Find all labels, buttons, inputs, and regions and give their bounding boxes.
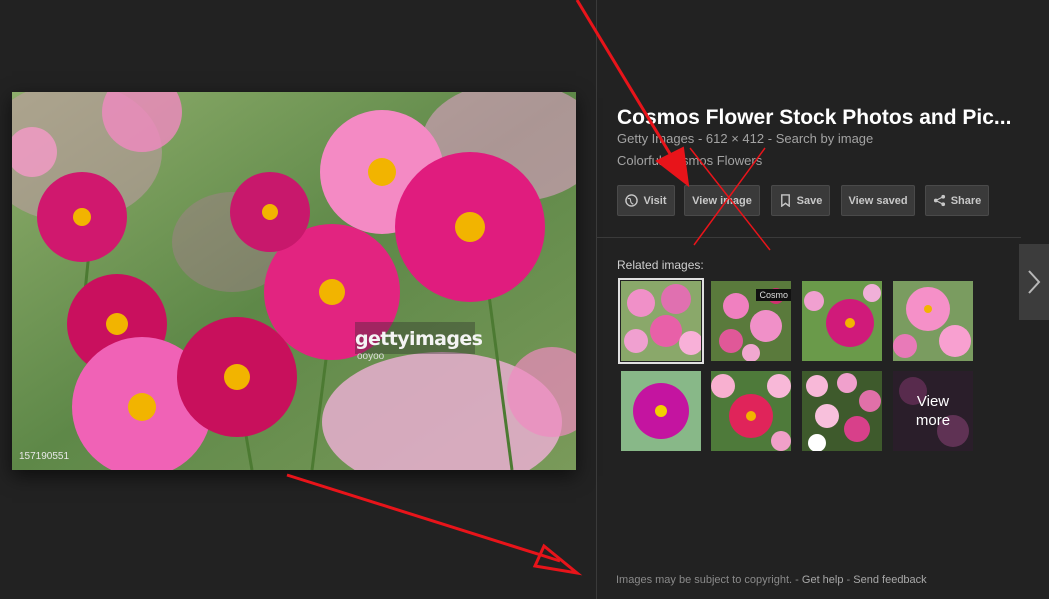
thumbnail-source-tag: Cosmo	[756, 289, 791, 301]
image-dimensions: 612 × 412	[705, 131, 765, 146]
thumbnail-image	[711, 371, 791, 451]
related-thumbnail[interactable]	[893, 281, 973, 361]
section-divider	[597, 237, 1021, 238]
footer-separator: -	[846, 574, 851, 586]
visit-button[interactable]: Visit	[617, 185, 675, 216]
arrow-to-footer	[286, 473, 583, 576]
related-thumbnail[interactable]	[802, 281, 882, 361]
globe-icon	[625, 194, 639, 207]
send-feedback-link[interactable]: Send feedback	[853, 574, 926, 586]
view-more-thumbnail[interactable]: View more	[893, 371, 973, 451]
view-saved-label: View saved	[848, 194, 908, 207]
share-label: Share	[950, 194, 982, 207]
related-thumbnail[interactable]: Cosmo	[711, 281, 791, 361]
copyright-notice: Images may be subject to copyright.	[616, 574, 793, 586]
main-image-preview[interactable]: gettyimages ooyoo 157190551	[12, 92, 576, 470]
view-more-label: View more	[893, 371, 973, 451]
watermark-brand: gettyimages	[355, 328, 483, 350]
related-thumbnail[interactable]	[621, 371, 701, 451]
panel-divider	[596, 0, 597, 599]
meta-separator: -	[767, 131, 773, 146]
save-label: Save	[796, 194, 823, 207]
visit-label: Visit	[643, 194, 667, 207]
next-result-button[interactable]	[1019, 244, 1049, 320]
search-by-image-link[interactable]: Search by image	[776, 131, 874, 146]
watermark-credit: ooyoo	[357, 351, 385, 362]
footer: Images may be subject to copyright. - Ge…	[616, 574, 927, 586]
related-thumbnail[interactable]	[802, 371, 882, 451]
related-images-label: Related images:	[617, 258, 704, 272]
get-help-link[interactable]: Get help	[802, 574, 844, 586]
thumbnail-image	[802, 371, 882, 451]
save-button[interactable]: Save	[771, 185, 830, 216]
view-image-button[interactable]: View image	[684, 185, 760, 216]
share-icon	[933, 194, 945, 207]
view-image-label: View image	[692, 194, 752, 207]
footer-separator: -	[795, 574, 799, 586]
thumbnail-image	[621, 281, 701, 361]
bookmark-icon	[780, 194, 790, 207]
source-link[interactable]: Getty Images	[617, 131, 694, 146]
chevron-right-icon	[1028, 270, 1041, 294]
thumbnail-image	[893, 281, 973, 361]
related-thumbnail[interactable]	[618, 278, 704, 364]
thumbnail-image	[621, 371, 701, 451]
image-title[interactable]: Cosmos Flower Stock Photos and Pic...	[617, 106, 1017, 130]
photo-id: 157190551	[19, 451, 70, 462]
image-caption: Colorful Cosmos Flowers	[617, 153, 763, 168]
view-saved-button[interactable]: View saved	[841, 185, 915, 216]
image-meta: Getty Images - 612 × 412 - Search by ima…	[617, 131, 873, 146]
related-thumbnail[interactable]	[711, 371, 791, 451]
cosmos-flowers-photo	[12, 92, 576, 470]
share-button[interactable]: Share	[925, 185, 989, 216]
meta-separator: -	[697, 131, 703, 146]
thumbnail-image	[802, 281, 882, 361]
